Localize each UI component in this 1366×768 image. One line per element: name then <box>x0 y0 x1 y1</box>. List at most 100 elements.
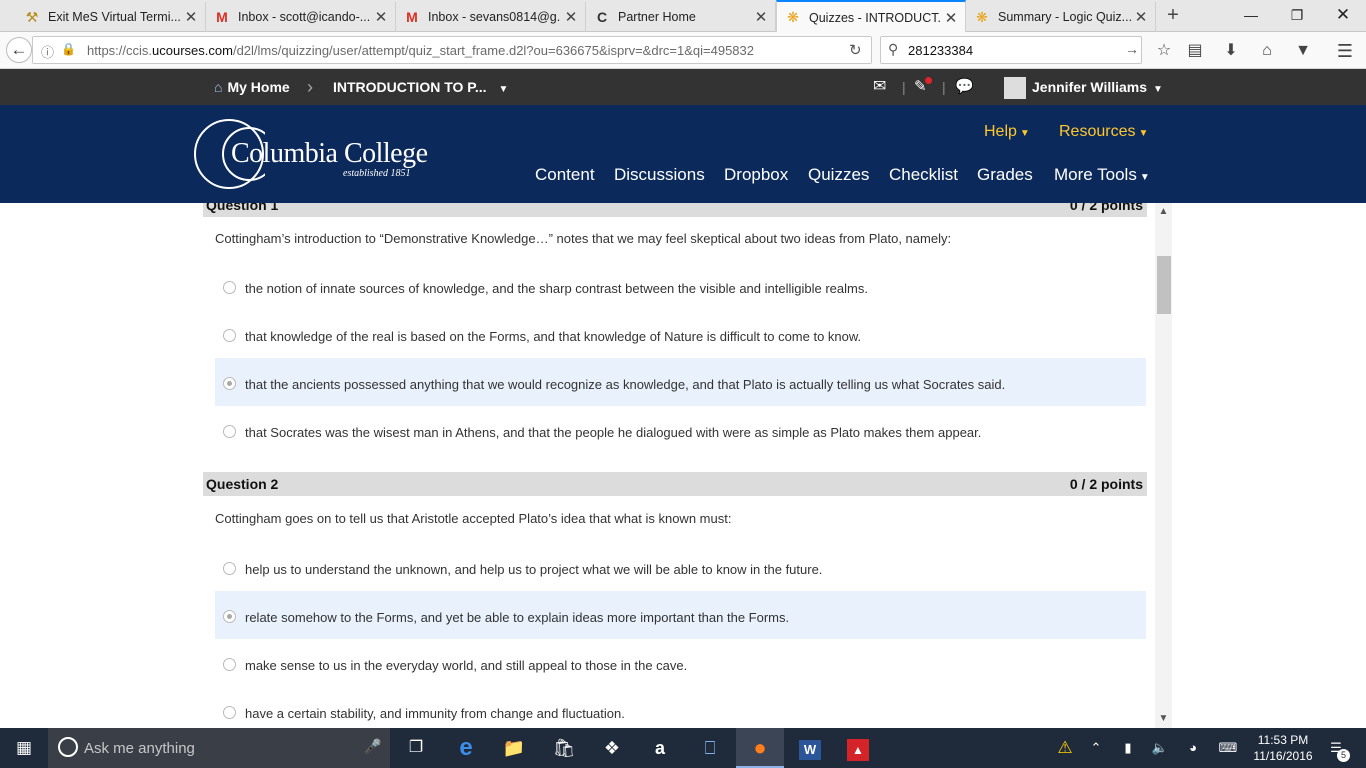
resources-menu[interactable]: Resources ▼ <box>1059 123 1148 141</box>
nav-quizzes[interactable]: Quizzes <box>808 165 869 185</box>
message-alerts-icon[interactable]: ✉ <box>873 69 886 105</box>
browser-tab-quizzes[interactable]: ❋ Quizzes - INTRODUCT... ✕ <box>776 0 966 33</box>
radio-button[interactable] <box>223 425 236 438</box>
nav-more-tools[interactable]: More Tools ▼ <box>1054 165 1150 185</box>
nav-dropbox[interactable]: Dropbox <box>724 165 788 185</box>
close-tab-icon[interactable]: ✕ <box>561 8 581 26</box>
close-tab-icon[interactable]: ✕ <box>1131 8 1151 26</box>
search-bar[interactable]: ⚲ 281233384 → <box>880 36 1142 64</box>
dropbox-icon[interactable]: ❖ <box>588 728 636 768</box>
keyboard-icon[interactable]: ⌨ <box>1214 728 1242 768</box>
scroll-up-icon[interactable]: ▲ <box>1155 205 1172 219</box>
course-selector[interactable]: INTRODUCTION TO P... ▼ <box>333 69 508 105</box>
microphone-icon[interactable]: 🎤 <box>364 738 381 755</box>
answer-option[interactable]: that Socrates was the wisest man in Athe… <box>215 406 1146 454</box>
browser-tab-partner-home[interactable]: C Partner Home ✕ <box>586 2 776 32</box>
my-home-link[interactable]: ⌂ My Home <box>214 69 290 105</box>
browser-tab-inbox-scott[interactable]: M Inbox - scott@icando-... ✕ <box>206 2 396 32</box>
home-icon[interactable]: ⌂ <box>1255 40 1279 62</box>
close-tab-icon[interactable]: ✕ <box>941 9 961 27</box>
cortana-search-box[interactable]: Ask me anything 🎤 <box>48 728 390 768</box>
search-input[interactable]: 281233384 <box>908 43 973 58</box>
clock-time: 11:53 PM <box>1257 733 1309 747</box>
close-tab-icon[interactable]: ✕ <box>751 8 771 26</box>
amazon-icon[interactable]: a <box>636 728 684 768</box>
answer-option[interactable]: that knowledge of the real is based on t… <box>215 310 1146 358</box>
info-icon[interactable]: ⓘ <box>41 42 54 61</box>
system-clock[interactable]: 11:53 PM 11/16/2016 <box>1246 732 1320 764</box>
subscription-alerts-icon[interactable]: 💬 <box>955 69 974 105</box>
show-hidden-icons-icon[interactable]: ⌃ <box>1086 728 1106 768</box>
windows-taskbar: ▦ Ask me anything 🎤 ❐ e 📁 🛍 ❖ a ⎕ ● W ▲ … <box>0 728 1366 768</box>
nav-content[interactable]: Content <box>535 165 595 185</box>
answer-option[interactable]: make sense to us in the everyday world, … <box>215 639 1146 687</box>
radio-button-checked[interactable] <box>223 610 236 623</box>
new-tab-button[interactable]: + <box>1162 4 1184 28</box>
radio-button[interactable] <box>223 329 236 342</box>
url-domain: ucourses.com <box>152 43 233 58</box>
pocket-icon[interactable]: ▼ <box>1291 40 1315 62</box>
logo-tagline: established 1851 <box>343 168 411 179</box>
scroll-down-icon[interactable]: ▼ <box>1155 712 1172 726</box>
windows-start-icon[interactable]: ▦ <box>0 728 48 768</box>
close-tab-icon[interactable]: ✕ <box>371 8 391 26</box>
restore-button[interactable]: ❐ <box>1274 0 1320 30</box>
tab-title: Inbox - sevans0814@g... <box>428 10 561 24</box>
browser-tab-inbox-sevans[interactable]: M Inbox - sevans0814@g... ✕ <box>396 2 586 32</box>
scrollbar-thumb[interactable] <box>1157 256 1171 314</box>
course-label: INTRODUCTION TO P... <box>333 79 487 95</box>
nav-discussions[interactable]: Discussions <box>614 165 705 185</box>
edge-browser-icon[interactable]: e <box>442 728 490 768</box>
word-icon[interactable]: W <box>786 728 834 768</box>
bookmark-star-icon[interactable]: ☆ <box>1152 40 1176 62</box>
downloads-icon[interactable]: ⬇ <box>1219 40 1243 62</box>
quiz-content: Question 1 0 / 2 points Cottingham’s int… <box>0 203 1366 728</box>
chevron-down-icon: ▼ <box>1153 84 1163 95</box>
option-text: that Socrates was the wisest man in Athe… <box>245 425 982 440</box>
action-center-icon[interactable]: ☰ 5 <box>1322 728 1350 768</box>
close-window-button[interactable]: ✕ <box>1320 0 1366 30</box>
reading-list-icon[interactable]: ▤ <box>1183 40 1207 62</box>
browser-tab-mes[interactable]: ⚒ Exit MeS Virtual Termi... ✕ <box>16 2 206 32</box>
minimize-button[interactable]: — <box>1228 0 1274 30</box>
radio-button-checked[interactable] <box>223 377 236 390</box>
nav-grades[interactable]: Grades <box>977 165 1033 185</box>
tab-title: Partner Home <box>618 10 696 24</box>
wifi-icon[interactable]: ◕ <box>1182 728 1204 768</box>
browser-tab-summary[interactable]: ❋ Summary - Logic Quiz... ✕ <box>966 2 1156 32</box>
back-button[interactable]: ← <box>6 37 32 63</box>
answer-option[interactable]: help us to understand the unknown, and h… <box>215 543 1146 591</box>
firefox-icon[interactable]: ● <box>736 728 784 768</box>
question-header: Question 1 0 / 2 points <box>203 203 1147 217</box>
help-menu[interactable]: Help ▼ <box>984 123 1030 141</box>
columbia-logo[interactable]: Columbia College established 1851 <box>193 117 453 193</box>
answer-option-selected[interactable]: relate somehow to the Forms, and yet be … <box>215 591 1146 639</box>
help-label: Help <box>984 123 1017 140</box>
acrobat-icon[interactable]: ▲ <box>834 728 882 768</box>
answer-option[interactable]: the notion of innate sources of knowledg… <box>215 262 1146 310</box>
triangle-down-icon: ▼ <box>1138 128 1149 139</box>
volume-icon[interactable]: 🔈 <box>1149 728 1171 768</box>
update-alerts-icon[interactable]: ✎ <box>914 69 932 105</box>
radio-button[interactable] <box>223 706 236 719</box>
radio-button[interactable] <box>223 281 236 294</box>
search-go-icon[interactable]: → <box>1125 41 1139 57</box>
close-tab-icon[interactable]: ✕ <box>181 8 201 26</box>
warning-icon[interactable]: ⚠ <box>1050 728 1080 768</box>
clock-date: 11/16/2016 <box>1253 749 1313 763</box>
reload-icon[interactable]: ↻ <box>849 41 862 59</box>
user-menu[interactable]: Jennifer Williams ▼ <box>1004 69 1163 105</box>
task-view-icon[interactable]: ❐ <box>392 728 440 768</box>
menu-icon[interactable]: ☰ <box>1333 40 1357 62</box>
store-icon[interactable]: 🛍 <box>540 728 588 768</box>
power-icon[interactable]: ▮ <box>1117 728 1139 768</box>
file-explorer-icon[interactable]: 📁 <box>490 728 538 768</box>
radio-button[interactable] <box>223 562 236 575</box>
answer-option[interactable]: have a certain stability, and immunity f… <box>215 687 1146 728</box>
remote-desktop-icon[interactable]: ⎕ <box>686 728 734 768</box>
resources-label: Resources <box>1059 123 1136 140</box>
nav-checklist[interactable]: Checklist <box>889 165 958 185</box>
radio-button[interactable] <box>223 658 236 671</box>
answer-option-selected[interactable]: that the ancients possessed anything tha… <box>215 358 1146 406</box>
url-bar[interactable]: ⓘ 🔒 https://ccis.ucourses.com/d2l/lms/qu… <box>32 36 872 64</box>
